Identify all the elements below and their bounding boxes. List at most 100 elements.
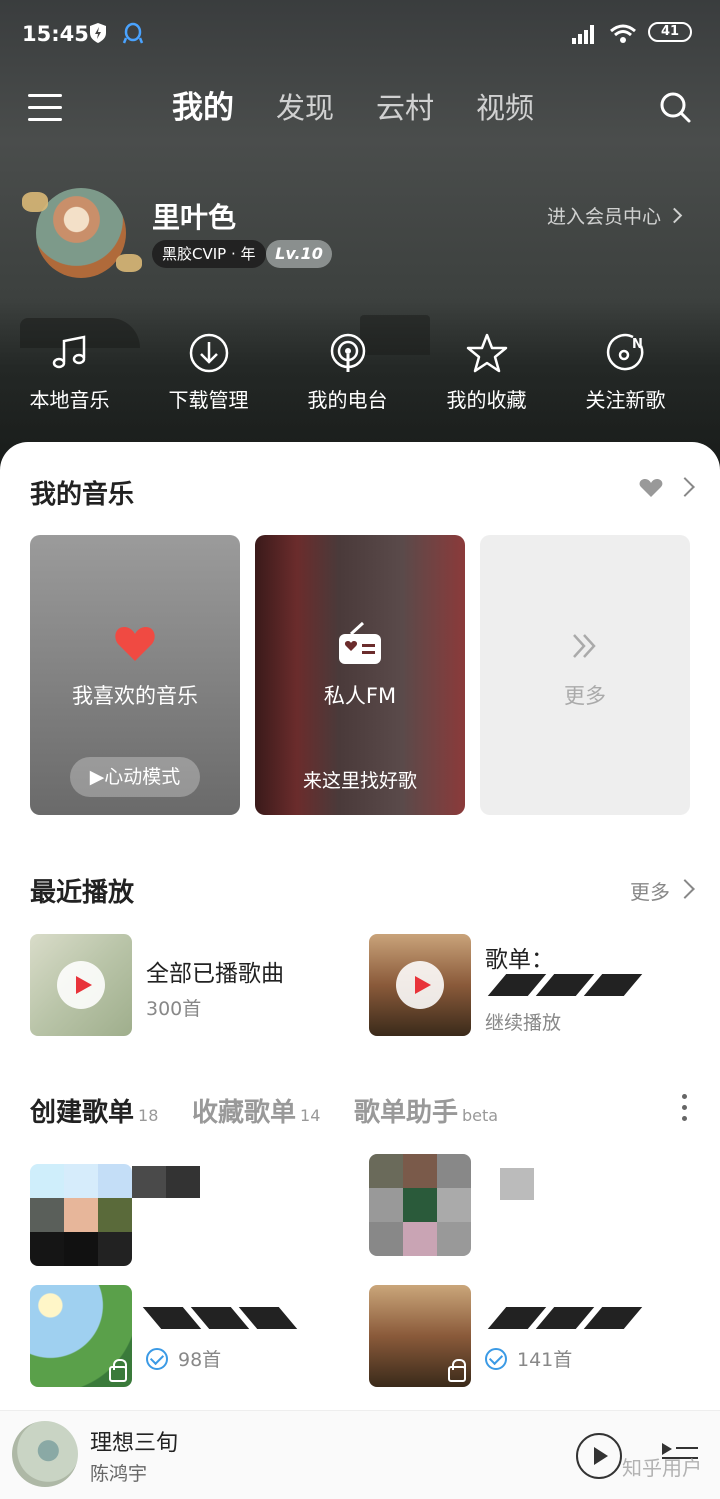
check-circle-icon [146, 1348, 168, 1370]
status-time: 15:45 [22, 22, 89, 46]
heart-cloud-icon [639, 479, 663, 497]
quick-new-songs[interactable]: N 关注新歌 [556, 332, 695, 422]
album-art[interactable] [12, 1421, 78, 1487]
quick-actions: 本地音乐 下载管理 我的电台 我的收藏 N 关注新歌 [0, 332, 720, 422]
recent-item-sub: 300首 [146, 998, 202, 1020]
radio-icon [339, 621, 381, 664]
more-label: 更多 [564, 684, 606, 708]
tab-video[interactable]: 视频 [476, 86, 534, 130]
shield-icon [88, 22, 108, 48]
more-vert-icon[interactable] [682, 1094, 690, 1124]
header-background: 15:45 41 我的 发现 云村 视频 里叶色 黑胶CVIP · 年 Lv.1… [0, 0, 720, 470]
personal-fm-label: 私人FM [323, 684, 397, 708]
avatar-decoration [22, 192, 48, 212]
song-artist: 陈鸿宇 [90, 1463, 148, 1485]
music-note-icon [52, 335, 85, 369]
chevron-right-icon [675, 477, 695, 497]
tab-discover[interactable]: 发现 [276, 86, 334, 130]
tab-mine[interactable]: 我的 [172, 86, 234, 130]
double-chevron-icon [573, 634, 596, 658]
recent-item-title: 歌单： [485, 947, 554, 973]
top-nav: 我的 发现 云村 视频 [0, 80, 720, 140]
chevron-right-icon [675, 879, 695, 899]
quick-label: 下载管理 [168, 388, 249, 412]
playlist-count-label: 141首 [517, 1349, 573, 1371]
main-panel: 我的音乐 我喜欢的音乐 ▶心动模式 私人FM 来这里找好歌 更多 最近播放 更多… [0, 442, 720, 1499]
quick-label: 我的电台 [307, 388, 388, 412]
signal-icon [570, 22, 598, 50]
quick-radio[interactable]: 我的电台 [278, 332, 417, 422]
liked-music-card[interactable]: 我喜欢的音乐 ▶心动模式 [30, 535, 240, 815]
redacted-block [500, 1168, 534, 1200]
playlist-item[interactable]: 141首 [369, 1285, 689, 1389]
redacted-mark [142, 1307, 298, 1329]
playlist-item[interactable] [369, 1154, 689, 1258]
check-circle-icon [485, 1348, 507, 1370]
podcast-icon [330, 333, 365, 372]
tab-collected-playlists[interactable]: 收藏歌单 14 [192, 1092, 320, 1129]
recent-title: 最近播放 [30, 878, 135, 908]
watermark: 知乎用户 [622, 1456, 702, 1480]
vip-center-link[interactable]: 进入会员中心 [547, 202, 683, 229]
avatar-decoration [116, 254, 142, 272]
cover-image [369, 1154, 471, 1256]
song-title: 理想三旬 [90, 1431, 179, 1456]
recent-more[interactable]: 更多 [630, 876, 695, 905]
recent-more-label: 更多 [630, 880, 670, 904]
status-bar: 15:45 41 [0, 18, 720, 52]
play-icon[interactable] [57, 961, 105, 1009]
heart-icon [115, 627, 155, 661]
recent-item-playlist[interactable]: 歌单： 继续播放 [369, 934, 689, 1036]
tab-label: 创建歌单 [30, 1098, 135, 1128]
search-icon[interactable] [658, 90, 692, 124]
playlist-count-label: 98首 [178, 1349, 222, 1371]
my-music-more[interactable] [637, 476, 695, 504]
my-music-title: 我的音乐 [30, 480, 135, 510]
tab-count: 18 [138, 1106, 159, 1125]
quick-downloads[interactable]: 下载管理 [139, 332, 278, 422]
new-song-icon: N [606, 333, 643, 371]
play-icon[interactable] [396, 961, 444, 1009]
quick-label: 关注新歌 [585, 388, 666, 412]
lock-icon [448, 1359, 466, 1382]
play-icon [594, 1447, 608, 1465]
play-button[interactable] [576, 1433, 622, 1479]
level-badge[interactable]: Lv.10 [266, 240, 332, 268]
tab-count: beta [462, 1106, 499, 1125]
lock-icon [109, 1359, 127, 1382]
more-card[interactable]: 更多 [480, 535, 690, 815]
heartbeat-mode-button[interactable]: ▶心动模式 [70, 757, 200, 797]
cover-image [30, 934, 132, 1036]
recent-item-all-played[interactable]: 全部已播歌曲 300首 [30, 934, 330, 1036]
tab-created-playlists[interactable]: 创建歌单 18 [30, 1092, 158, 1129]
quick-label: 本地音乐 [29, 388, 110, 412]
playlist-tabs: 创建歌单 18 收藏歌单 14 歌单助手 beta [30, 1092, 690, 1132]
playlist-item[interactable] [30, 1164, 330, 1268]
mini-player[interactable]: 理想三旬 陈鸿宇 [0, 1410, 720, 1499]
personal-fm-subtitle: 来这里找好歌 [302, 770, 417, 792]
personal-fm-card[interactable]: 私人FM 来这里找好歌 [255, 535, 465, 815]
my-music-cards: 我喜欢的音乐 ▶心动模式 私人FM 来这里找好歌 更多 [30, 535, 690, 815]
cover-image [369, 934, 471, 1036]
redacted-mark [487, 1307, 643, 1329]
chevron-right-icon [666, 207, 683, 224]
quick-favorites[interactable]: 我的收藏 [417, 332, 556, 422]
username[interactable]: 里叶色 [152, 196, 236, 236]
quick-label: 我的收藏 [446, 388, 527, 412]
playlist-item[interactable]: 98首 [30, 1285, 330, 1389]
avatar[interactable] [22, 188, 142, 278]
quick-local-music[interactable]: 本地音乐 [0, 332, 139, 422]
wifi-icon [608, 22, 638, 50]
download-icon [189, 333, 228, 373]
playlist-count: 98首 [146, 1345, 221, 1372]
vip-badge[interactable]: 黑胶CVIP · 年 [152, 240, 266, 268]
cover-image [369, 1285, 471, 1387]
nav-tabs: 我的 发现 云村 视频 [172, 86, 576, 130]
menu-icon[interactable] [28, 94, 62, 122]
profile-section: 里叶色 黑胶CVIP · 年 Lv.10 进入会员中心 [0, 188, 720, 288]
star-icon [466, 333, 507, 373]
liked-music-label: 我喜欢的音乐 [72, 684, 198, 708]
tab-village[interactable]: 云村 [376, 86, 434, 130]
redacted-mark [487, 974, 643, 996]
tab-playlist-assistant[interactable]: 歌单助手 beta [354, 1092, 498, 1129]
